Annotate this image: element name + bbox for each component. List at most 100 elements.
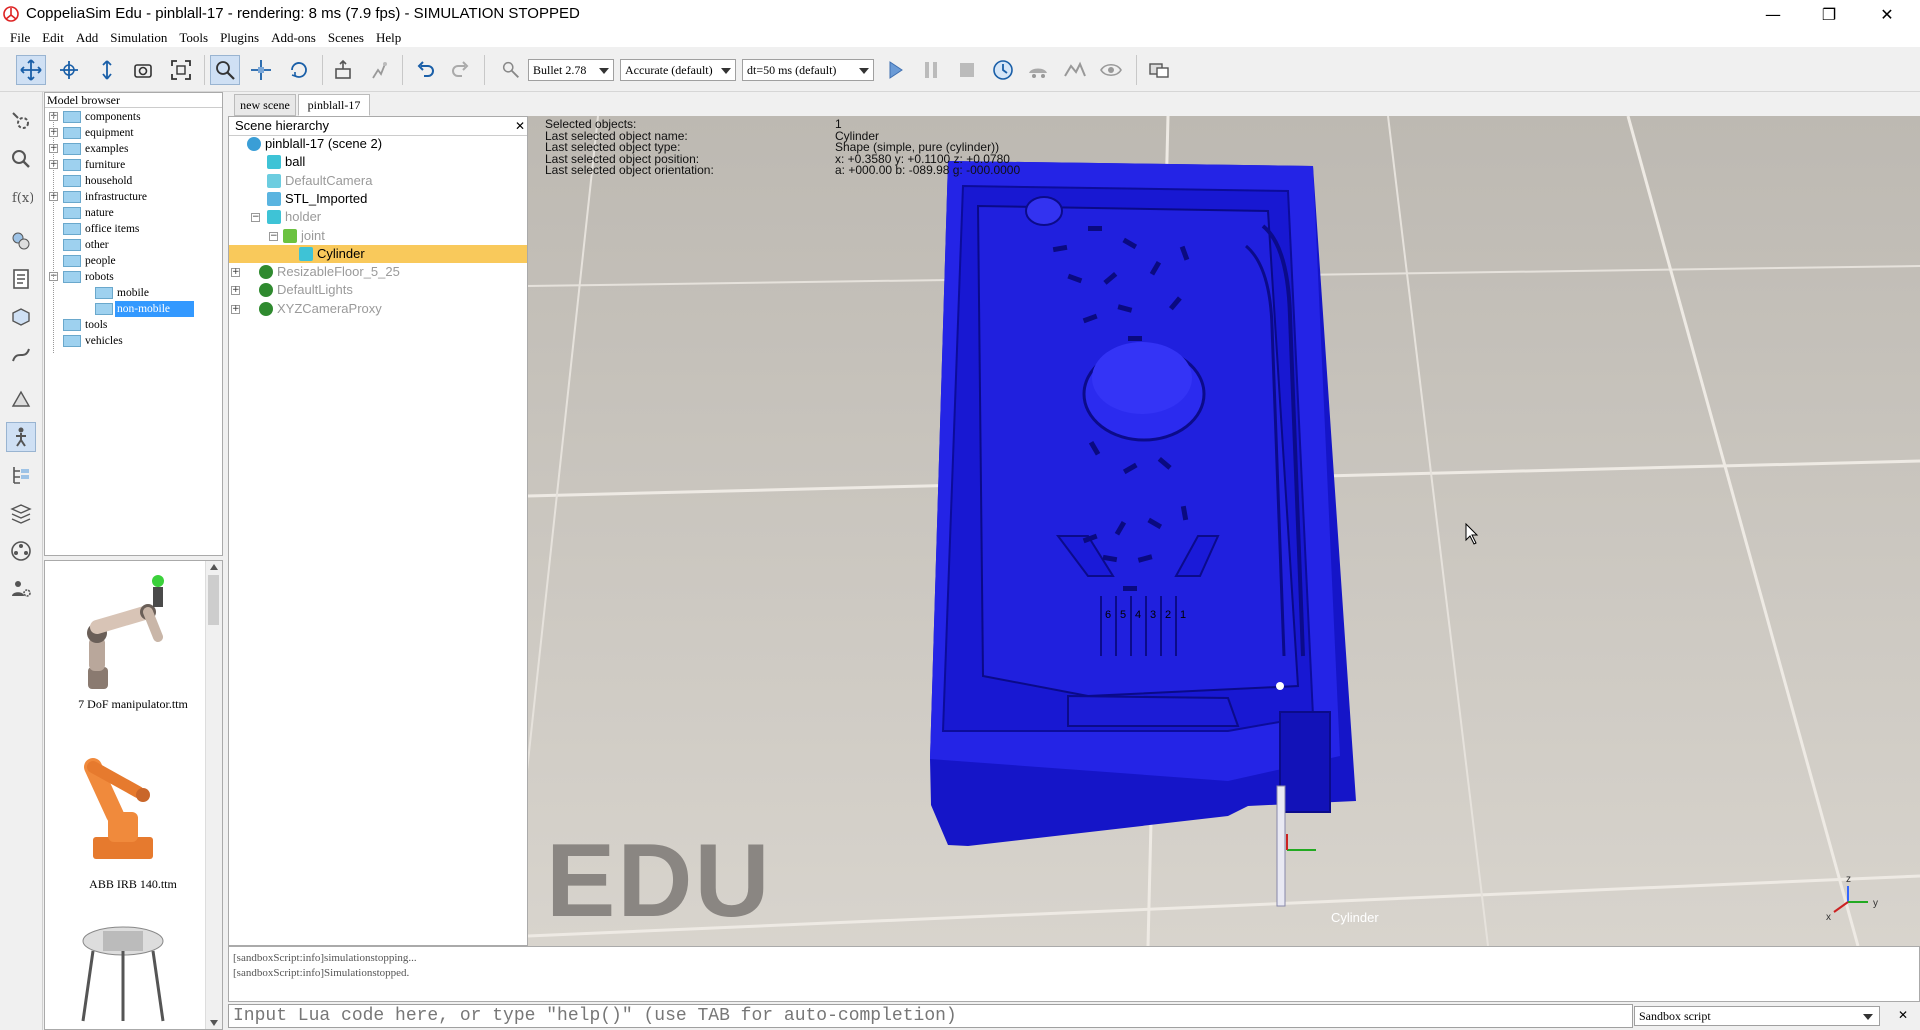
model-folder-mobile[interactable]: mobile (45, 285, 222, 301)
scroll-up-icon[interactable] (210, 564, 218, 570)
expand-icon[interactable]: + (231, 304, 240, 314)
calculation-modules-icon[interactable]: f(x) (6, 182, 36, 212)
model-folder-other[interactable]: other (45, 237, 222, 253)
model-folder-infrastructure[interactable]: + infrastructure (45, 189, 222, 205)
lua-command-input[interactable]: Input Lua code here, or type "help()" (u… (228, 1004, 1633, 1028)
model-folder-label: vehicles (85, 335, 123, 347)
model-thumbnail[interactable] (53, 911, 203, 1029)
expand-icon[interactable]: − (269, 231, 278, 241)
model-folder-non-mobile[interactable]: non-mobile (45, 301, 222, 317)
scene-object-ball[interactable]: ball (229, 153, 527, 171)
tab-new-scene[interactable]: new scene (234, 94, 296, 116)
physics-engine-select[interactable]: Bullet 2.78 (528, 59, 614, 81)
stop-simulation-icon[interactable] (952, 55, 982, 85)
expand-icon[interactable]: + (231, 268, 240, 278)
shape-edit-icon[interactable] (6, 302, 36, 332)
menu-plugins[interactable]: Plugins (214, 29, 265, 47)
speed-up-icon[interactable] (1060, 55, 1090, 85)
object-rotate-icon[interactable] (284, 55, 314, 85)
model-folder-equipment[interactable]: + equipment (45, 125, 222, 141)
real-time-icon[interactable] (988, 55, 1018, 85)
timestep-select[interactable]: dt=50 ms (default) (742, 59, 874, 81)
scene-object-xyzcameraproxy[interactable]: + XYZCameraProxy (229, 300, 527, 318)
model-folder-people[interactable]: people (45, 253, 222, 269)
scripts-icon[interactable] (6, 264, 36, 294)
redo-icon[interactable] (446, 55, 476, 85)
expand-icon[interactable]: − (251, 213, 260, 223)
scene-object-joint[interactable]: − joint (229, 227, 527, 245)
menu-help[interactable]: Help (370, 29, 407, 47)
model-browser-toggle-icon[interactable] (6, 422, 36, 452)
assemble-icon[interactable] (328, 55, 358, 85)
accuracy-select[interactable]: Accurate (default) (620, 59, 736, 81)
visualization-toggle-icon[interactable] (1096, 55, 1126, 85)
transfer-dna-icon[interactable] (364, 55, 394, 85)
dynamics-icon[interactable] (6, 384, 36, 414)
chevron-down-icon (599, 68, 609, 74)
model-folder-examples[interactable]: + examples (45, 141, 222, 157)
model-thumbnail[interactable] (53, 737, 203, 887)
menu-tools[interactable]: Tools (173, 29, 214, 47)
scene-tabs: new scene pinblall-17 (228, 92, 528, 116)
scene-object-label: joint (301, 227, 325, 243)
click-select-icon[interactable] (210, 55, 240, 85)
thumbnail-scrollbar[interactable] (205, 561, 222, 1029)
model-folder-household[interactable]: household (45, 173, 222, 189)
scene-viewport[interactable]: 654321 z y x Selected objects: 1 Last sele… (528, 116, 1920, 946)
scene-object-resizablefloor-5-25[interactable]: + ResizableFloor_5_25 (229, 263, 527, 281)
start-simulation-icon[interactable] (880, 55, 910, 85)
camera-pan-icon[interactable] (16, 55, 46, 85)
menu-scenes[interactable]: Scenes (322, 29, 370, 47)
tab-pinblall-17[interactable]: pinblall-17 (298, 94, 370, 116)
menu-bar: File Edit Add Simulation Tools Plugins Add-ons… (0, 29, 1920, 47)
search-icon[interactable] (6, 144, 36, 174)
restore-button[interactable]: ❐ (1800, 0, 1858, 29)
model-folder-furniture[interactable]: + furniture (45, 157, 222, 173)
scene-object-defaultlights[interactable]: + DefaultLights (229, 281, 527, 299)
model-folder-components[interactable]: + components (45, 109, 222, 125)
close-button[interactable]: ✕ (1858, 0, 1916, 29)
scene-object-cylinder[interactable]: Cylinder (229, 244, 527, 263)
pause-simulation-icon[interactable] (916, 55, 946, 85)
script-selector[interactable]: Sandbox script (1634, 1006, 1880, 1026)
camera-rotate-icon[interactable] (54, 55, 84, 85)
bumper-slot (1123, 586, 1137, 591)
object-shift-icon[interactable] (246, 55, 276, 85)
slow-down-icon[interactable] (1024, 55, 1054, 85)
camera-shift-icon[interactable] (92, 55, 122, 85)
close-icon[interactable]: ✕ (1896, 1008, 1910, 1022)
scroll-down-icon[interactable] (210, 1020, 218, 1026)
menu-add-ons[interactable]: Add-ons (265, 29, 322, 47)
pinball-board[interactable] (930, 161, 1356, 907)
model-folder-tools[interactable]: tools (45, 317, 222, 333)
scene-object-pinblall-17-scene-2-[interactable]: pinblall-17 (scene 2) (229, 135, 527, 153)
scroll-thumb[interactable] (208, 575, 219, 625)
scene-object-stl-imported[interactable]: STL_Imported (229, 190, 527, 208)
toggle-page-icon[interactable] (1144, 55, 1174, 85)
menu-file[interactable]: File (0, 29, 36, 47)
scene-object-holder[interactable]: − holder (229, 208, 527, 226)
model-thumbnail[interactable] (53, 567, 203, 717)
simulation-settings-icon[interactable] (6, 106, 36, 136)
scene-object-defaultcamera[interactable]: DefaultCamera (229, 172, 527, 190)
minimize-button[interactable]: — (1744, 0, 1802, 29)
camera-angle-icon[interactable] (128, 55, 158, 85)
model-folder-robots[interactable]: − robots (45, 269, 222, 285)
scene-object-label: DefaultCamera (285, 172, 373, 188)
menu-add[interactable]: Add (70, 29, 104, 47)
close-icon[interactable]: ✕ (515, 117, 525, 135)
menu-edit[interactable]: Edit (36, 29, 70, 47)
undo-icon[interactable] (410, 55, 440, 85)
fit-to-view-icon[interactable] (166, 55, 196, 85)
path-edit-icon[interactable] (6, 340, 36, 370)
model-folder-nature[interactable]: nature (45, 205, 222, 221)
menu-simulation[interactable]: Simulation (104, 29, 173, 47)
model-folder-vehicles[interactable]: vehicles (45, 333, 222, 349)
scene-hierarchy-toggle-icon[interactable] (6, 460, 36, 490)
video-recorder-icon[interactable] (6, 536, 36, 566)
layers-icon[interactable] (6, 498, 36, 528)
expand-icon[interactable]: + (231, 286, 240, 296)
user-settings-icon[interactable] (6, 574, 36, 604)
collections-icon[interactable] (6, 226, 36, 256)
model-folder-office-items[interactable]: office items (45, 221, 222, 237)
